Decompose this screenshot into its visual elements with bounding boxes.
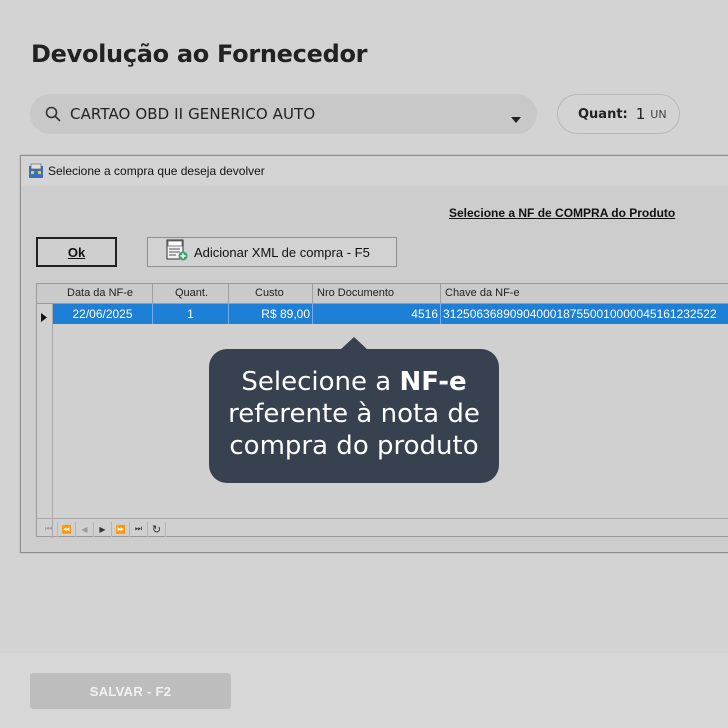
column-header-nro[interactable]: Nro Documento	[313, 284, 441, 303]
next-page-icon[interactable]: ⏩	[112, 521, 130, 537]
tooltip-line-3: compra do produto	[229, 431, 479, 461]
cell-quant: 1	[153, 304, 229, 324]
product-select[interactable]: CARTAO OBD II GENERICO AUTO	[30, 94, 537, 134]
page-title: Devolução ao Fornecedor	[31, 40, 368, 68]
tooltip-arrow	[340, 337, 368, 350]
table-row[interactable]: 22/06/2025 1 R$ 89,00 4516 3125063689090…	[53, 304, 728, 324]
column-header-chave[interactable]: Chave da NF-e	[441, 284, 728, 303]
column-header-data[interactable]: Data da NF-e	[53, 284, 153, 303]
dialog-title: Selecione a compra que deseja devolver	[48, 164, 265, 178]
caret-down-icon[interactable]	[511, 110, 521, 128]
grid-header: Data da NF-e Quant. Custo Nro Documento …	[37, 284, 728, 304]
cell-custo: R$ 89,00	[229, 304, 313, 324]
add-xml-button[interactable]: Adicionar XML de compra - F5	[147, 237, 397, 267]
tooltip-line-2: referente à nota de	[228, 399, 480, 429]
column-header-quant[interactable]: Quant.	[153, 284, 229, 303]
first-record-icon[interactable]: ⏮	[40, 521, 58, 537]
product-select-value: CARTAO OBD II GENERICO AUTO	[70, 105, 316, 123]
add-xml-label: Adicionar XML de compra - F5	[194, 244, 370, 260]
tooltip-line-1-bold: NF-e	[399, 367, 467, 397]
prior-page-icon[interactable]: ⏪	[58, 521, 76, 537]
cell-chave: 3125063689090400018755001000004516123252…	[443, 307, 717, 321]
quantity-label: Quant:	[578, 106, 628, 122]
nf-compra-link[interactable]: Selecione a NF de COMPRA do Produto	[449, 206, 675, 220]
nfe-document-icon	[166, 239, 188, 266]
grid-navigator: ⏮ ⏪ ◀ ▶ ⏩ ⏭ ↻	[37, 518, 728, 539]
tooltip-line-1-text: Selecione a	[241, 367, 400, 397]
cell-data: 22/06/2025	[53, 304, 153, 324]
current-row-arrow-icon	[41, 309, 47, 327]
ok-button[interactable]: Ok	[36, 237, 117, 267]
column-header-custo[interactable]: Custo	[229, 284, 313, 303]
hint-tooltip: Selecione a NF-e referente à nota de com…	[209, 337, 499, 483]
last-record-icon[interactable]: ⏭	[130, 521, 148, 537]
save-button[interactable]: SALVAR - F2	[30, 673, 231, 709]
quantity-unit: UN	[650, 107, 667, 121]
next-record-icon[interactable]: ▶	[94, 521, 112, 537]
app-icon	[28, 163, 44, 179]
cell-nro: 4516	[313, 304, 441, 324]
quantity-field[interactable]: Quant: 1 UN	[557, 94, 680, 134]
quantity-value: 1	[635, 105, 646, 123]
prior-record-icon[interactable]: ◀	[76, 521, 94, 537]
tooltip-line-1: Selecione a NF-e	[209, 366, 499, 398]
refresh-icon[interactable]: ↻	[148, 521, 166, 537]
search-icon	[44, 105, 62, 123]
dialog-titlebar[interactable]: Selecione a compra que deseja devolver	[21, 156, 728, 186]
